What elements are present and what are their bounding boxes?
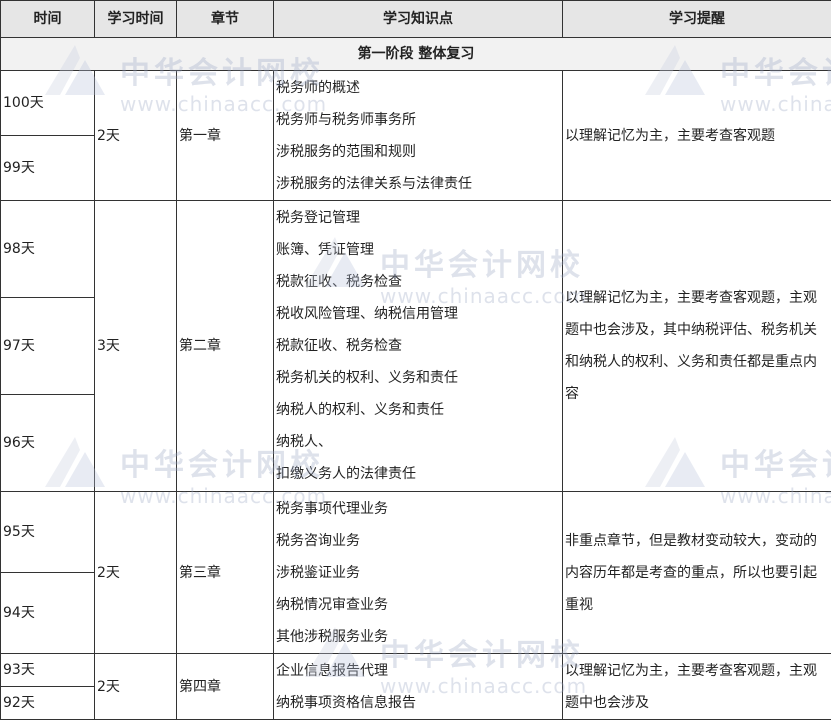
knowledge-point: 税务师与税务师事务所 xyxy=(276,111,416,128)
knowledge-points-cell: 税务事项代理业务 税务咨询业务 涉税鉴证业务 纳税情况审查业务 其他涉税服务业务 xyxy=(273,491,563,654)
table-row: 95天 2天 第三章 税务事项代理业务 税务咨询业务 涉税鉴证业务 纳税情况审查… xyxy=(0,491,831,654)
knowledge-point: 企业信息报告代理 xyxy=(276,662,388,679)
tip-cell: 以理解记忆为主，主要考查客观题 xyxy=(562,70,831,201)
day-cell: 98天 xyxy=(0,200,95,298)
knowledge-point: 纳税情况审查业务 xyxy=(276,596,388,613)
stage-title: 第一阶段 整体复习 xyxy=(0,37,831,71)
header-knowledge-points: 学习知识点 xyxy=(273,0,563,38)
knowledge-point: 税款征收、税务检查 xyxy=(276,274,402,290)
knowledge-point: 税款征收、税务检查 xyxy=(276,338,402,354)
day-cell: 100天 xyxy=(0,70,95,136)
tip-cell: 非重点章节，但是教材变动较大，变动的内容历年都是考查的重点，所以也要引起重视 xyxy=(562,491,831,654)
tip-cell: 以理解记忆为主，主要考查客观题，主观题中也会涉及 xyxy=(562,653,831,720)
knowledge-point: 纳税人的权利、义务和责任 xyxy=(276,402,444,418)
knowledge-point: 税务咨询业务 xyxy=(276,532,360,549)
day-cell: 93天 xyxy=(0,653,95,687)
header-chapter: 章节 xyxy=(176,0,274,38)
knowledge-point: 税务机关的权利、义务和责任 xyxy=(276,370,458,386)
header-time: 时间 xyxy=(0,0,95,38)
day-cell: 95天 xyxy=(0,491,95,573)
day-cell: 96天 xyxy=(0,394,95,492)
knowledge-point: 纳税人、 xyxy=(276,434,332,450)
knowledge-point: 纳税事项资格信息报告 xyxy=(276,694,416,711)
knowledge-point: 涉税服务的法律关系与法律责任 xyxy=(276,175,472,192)
table-row: 93天 2天 第四章 企业信息报告代理 纳税事项资格信息报告 以理解记忆为主，主… xyxy=(0,653,831,720)
knowledge-point: 涉税鉴证业务 xyxy=(276,564,360,581)
tip-cell: 以理解记忆为主，主要考查客观题，主观题中也会涉及，其中纳税评估、税务机关和纳税人… xyxy=(562,200,831,492)
knowledge-point: 税收风险管理、纳税信用管理 xyxy=(276,306,458,322)
header-row: 时间 学习时间 章节 学习知识点 学习提醒 xyxy=(0,0,831,38)
chapter-cell: 第三章 xyxy=(176,491,274,654)
table-row: 98天 3天 第二章 税务登记管理 账簿、凭证管理 税款征收、税务检查 税收风险… xyxy=(0,200,831,492)
chapter-cell: 第二章 xyxy=(176,200,274,492)
knowledge-point: 其他涉税服务业务 xyxy=(276,628,388,645)
study-time-cell: 2天 xyxy=(94,70,177,201)
header-study-time: 学习时间 xyxy=(94,0,177,38)
day-cell: 94天 xyxy=(0,572,95,654)
day-cell: 99天 xyxy=(0,135,95,201)
day-cell: 92天 xyxy=(0,686,95,720)
knowledge-point: 税务事项代理业务 xyxy=(276,500,388,517)
knowledge-points-cell: 税务登记管理 账簿、凭证管理 税款征收、税务检查 税收风险管理、纳税信用管理 税… xyxy=(273,200,563,492)
knowledge-point: 税务师的概述 xyxy=(276,79,360,96)
knowledge-points-cell: 税务师的概述 税务师与税务师事务所 涉税服务的范围和规则 涉税服务的法律关系与法… xyxy=(273,70,563,201)
knowledge-point: 账簿、凭证管理 xyxy=(276,242,374,258)
header-study-tips: 学习提醒 xyxy=(562,0,831,38)
study-time-cell: 3天 xyxy=(94,200,177,492)
knowledge-point: 涉税服务的范围和规则 xyxy=(276,143,416,160)
knowledge-point: 税务登记管理 xyxy=(276,210,360,226)
knowledge-points-cell: 企业信息报告代理 纳税事项资格信息报告 xyxy=(273,653,563,720)
chapter-cell: 第一章 xyxy=(176,70,274,201)
chapter-cell: 第四章 xyxy=(176,653,274,720)
knowledge-point: 扣缴义务人的法律责任 xyxy=(276,466,416,482)
study-plan-table: 时间 学习时间 章节 学习知识点 学习提醒 第一阶段 整体复习 100天 2天 … xyxy=(0,0,831,720)
table-row: 100天 2天 第一章 税务师的概述 税务师与税务师事务所 涉税服务的范围和规则… xyxy=(0,70,831,201)
day-cell: 97天 xyxy=(0,297,95,395)
study-time-cell: 2天 xyxy=(94,653,177,720)
study-time-cell: 2天 xyxy=(94,491,177,654)
stage-row: 第一阶段 整体复习 xyxy=(0,37,831,71)
